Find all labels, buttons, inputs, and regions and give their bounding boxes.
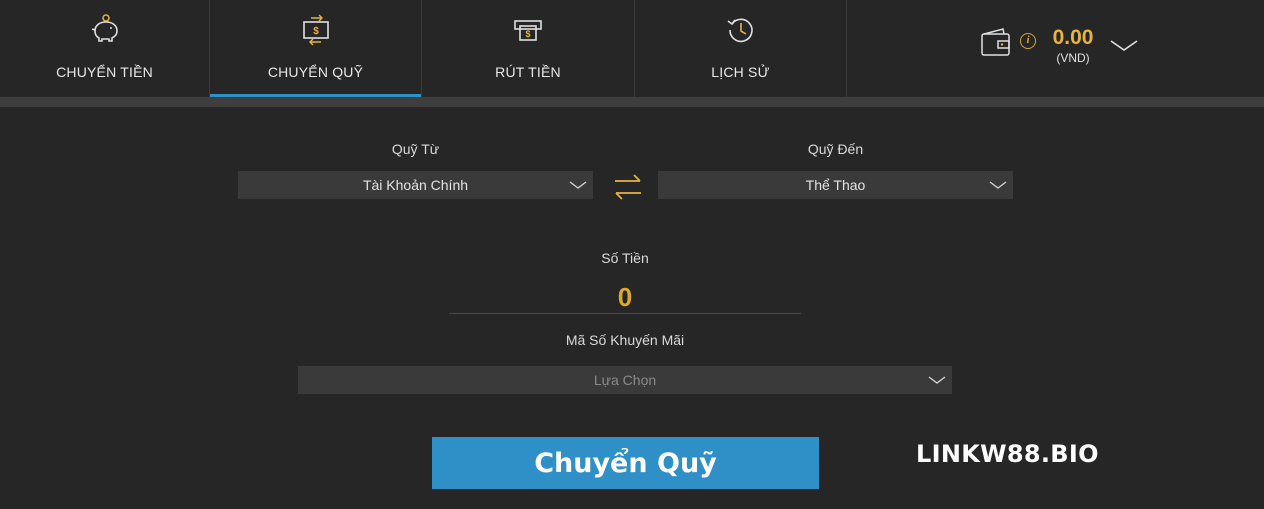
amount-label: Số Tiền [601,250,649,266]
header-divider [0,97,1264,107]
money-transfer-icon: $ [302,14,329,46]
watermark-text: LINKW88.BIO [916,440,1099,468]
swap-icon[interactable] [613,172,643,202]
from-fund-select[interactable]: Tài Khoản Chính [238,171,593,199]
top-navigation: CHUYỂN TIỀN $ CHUYỂN QUỸ $ RÚT TIỀN LỊCH… [0,0,1264,97]
to-fund-label: Quỹ Đến [807,141,864,157]
chevron-down-icon [928,376,946,384]
to-fund-value: Thể Thao [805,177,866,193]
tab-chuyen-tien[interactable]: CHUYỂN TIỀN [0,0,210,97]
balance-amount: 0.00 [1052,26,1094,49]
svg-text:$: $ [525,29,530,39]
chevron-down-icon[interactable] [1109,38,1139,54]
tab-label: LỊCH SỬ [711,64,770,80]
wallet-icon [981,28,1010,56]
wallet-balance[interactable]: i 0.00 (VND) [847,0,1264,97]
transfer-fund-button[interactable]: Chuyển Quỹ [432,437,819,489]
history-clock-icon [727,18,753,43]
piggy-bank-icon [91,14,118,42]
balance-currency: (VND) [1056,51,1090,65]
info-icon[interactable]: i [1020,33,1036,49]
tab-label: CHUYỂN QUỸ [267,64,364,80]
tab-chuyen-quy[interactable]: $ CHUYỂN QUỸ [210,0,422,97]
chevron-down-icon [569,181,587,189]
promo-code-select[interactable]: Lựa Chọn [298,366,952,394]
amount-input[interactable] [449,281,801,314]
tab-rut-tien[interactable]: $ RÚT TIỀN [422,0,635,97]
to-fund-select[interactable]: Thể Thao [658,171,1013,199]
promo-code-placeholder: Lựa Chọn [593,372,657,388]
promo-code-label: Mã Số Khuyến Mãi [565,332,685,348]
tab-label: RÚT TIỀN [495,64,561,80]
tab-lich-su[interactable]: LỊCH SỬ [635,0,847,97]
svg-text:$: $ [313,26,319,37]
tab-label: CHUYỂN TIỀN [56,64,153,80]
chevron-down-icon [989,181,1007,189]
cash-withdraw-icon: $ [514,20,542,41]
from-fund-value: Tài Khoản Chính [362,177,469,193]
from-fund-label: Quỹ Từ [391,141,440,157]
